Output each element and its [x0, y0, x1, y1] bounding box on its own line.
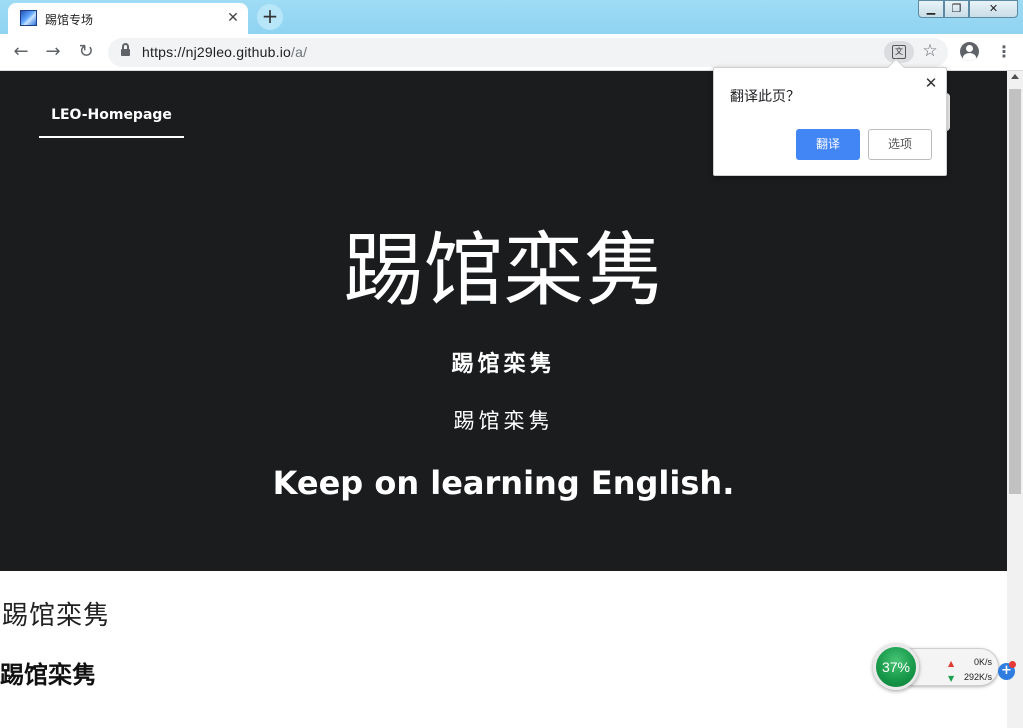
scroll-thumb[interactable]: [1009, 89, 1021, 494]
notification-dot: [1009, 661, 1016, 668]
page-scrollbar[interactable]: [1007, 71, 1023, 728]
network-speed-widget[interactable]: ▲ ▼ 0K/s 292K/s + 37%: [873, 644, 1016, 690]
nav-home-link[interactable]: LEO-Homepage: [39, 107, 184, 138]
bookmark-star-icon[interactable]: ☆: [920, 41, 940, 61]
minimize-button[interactable]: ▁: [918, 0, 944, 18]
url-path: /a/: [291, 44, 308, 60]
tab-title: 踢馆专场: [45, 13, 94, 27]
translate-button[interactable]: 翻译: [796, 129, 860, 160]
hero-tagline: Keep on learning English.: [272, 464, 735, 502]
browser-toolbar: ← → ↻ https://nj29leo.github.io/a/: [0, 34, 1023, 71]
content-heading-serif: 踢馆栾隽: [2, 601, 111, 631]
download-speed: 292K/s: [963, 672, 992, 682]
upload-speed: 0K/s: [973, 657, 992, 667]
favicon-icon: [20, 10, 37, 26]
address-bar[interactable]: https://nj29leo.github.io/a/: [108, 38, 948, 67]
translate-popup-title: 翻译此页？: [730, 89, 800, 105]
download-arrow-icon: ▼: [948, 674, 955, 683]
profile-avatar-icon[interactable]: [960, 42, 979, 61]
lock-icon[interactable]: [121, 43, 130, 58]
back-icon[interactable]: ←: [9, 41, 33, 65]
memory-usage-gauge[interactable]: 37%: [873, 644, 919, 690]
url-text[interactable]: https://nj29leo.github.io/a/: [142, 44, 307, 60]
translate-icon[interactable]: 文: [884, 41, 914, 63]
browser-titlebar: 踢馆专场 ✕ + ▁ ❐ ✕: [0, 0, 1023, 34]
url-host: https://nj29leo.github.io: [142, 44, 291, 60]
maximize-button[interactable]: ❐: [944, 0, 969, 18]
hero-subtitle-2: 踢馆栾隽: [453, 409, 554, 433]
popup-close-icon[interactable]: ✕: [922, 74, 940, 92]
browser-menu-icon[interactable]: ⋮: [996, 43, 1012, 61]
translate-popup: 翻译此页？ ✕ 翻译 选项: [713, 58, 947, 176]
reload-icon[interactable]: ↻: [74, 41, 98, 65]
browser-tab[interactable]: 踢馆专场 ✕: [8, 3, 248, 34]
options-button[interactable]: 选项: [868, 129, 932, 160]
tab-close-icon[interactable]: ✕: [224, 9, 242, 27]
hero-title: 踢馆栾隽: [343, 224, 664, 317]
forward-icon[interactable]: →: [41, 41, 65, 65]
content-heading-bold: 踢馆栾隽: [0, 661, 96, 689]
window-controls: ▁ ❐ ✕: [918, 0, 1018, 18]
scroll-up-arrow-icon[interactable]: [1011, 74, 1019, 79]
window-close-button[interactable]: ✕: [969, 0, 1018, 18]
new-tab-button[interactable]: +: [257, 4, 283, 30]
hero-subtitle-1: 踢馆栾隽: [451, 351, 556, 377]
upload-arrow-icon: ▲: [948, 659, 955, 668]
